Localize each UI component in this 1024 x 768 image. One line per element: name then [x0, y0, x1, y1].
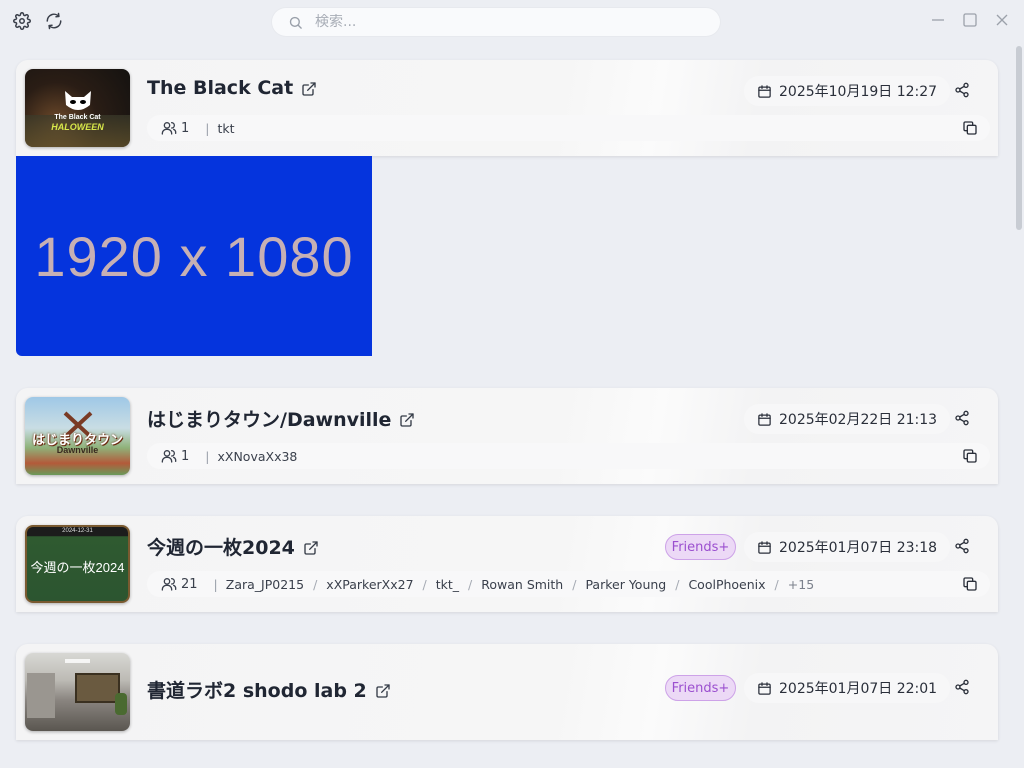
date-badge: 2025年01月07日 22:01	[744, 673, 951, 703]
copy-icon[interactable]	[962, 120, 978, 136]
users-icon	[161, 120, 177, 136]
preview-resolution-label: 1920 x 1080	[34, 224, 354, 288]
share-icon[interactable]	[954, 538, 972, 556]
separator: /	[774, 576, 779, 592]
world-title-text: The Black Cat	[147, 77, 294, 99]
users-icon	[161, 576, 177, 592]
refresh-icon[interactable]	[45, 12, 65, 32]
share-icon[interactable]	[954, 679, 972, 697]
share-icon[interactable]	[954, 410, 972, 428]
player-name[interactable]: tkt_	[436, 577, 459, 592]
world-title-text: 書道ラボ2 shodo lab 2	[147, 680, 367, 702]
close-icon[interactable]	[994, 12, 1012, 30]
settings-gear-icon[interactable]	[13, 12, 33, 32]
date-text: 2025年10月19日 12:27	[779, 84, 938, 100]
scrollbar[interactable]	[1016, 46, 1022, 230]
date-badge: 2025年10月19日 12:27	[744, 76, 951, 106]
share-icon[interactable]	[954, 82, 972, 100]
separator: |	[205, 120, 210, 136]
separator: |	[213, 576, 218, 592]
world-thumbnail[interactable]	[25, 653, 130, 731]
world-card[interactable]: 2024-12-31 今週の一枚2024 今週の一枚2024 Friends+ …	[16, 516, 998, 612]
separator: |	[205, 448, 210, 464]
player-name[interactable]: xXNovaXx38	[218, 449, 298, 464]
world-card[interactable]: The Black Cat HALOWEEN The Black Cat 202…	[16, 60, 998, 156]
player-list: 1 | tkt	[147, 115, 990, 141]
thumbnail-caption: 今週の一枚2024	[30, 560, 125, 575]
date-badge: 2025年02月22日 21:13	[744, 404, 951, 434]
external-link-icon[interactable]	[303, 539, 319, 555]
world-title-text: はじまりタウン/Dawnville	[147, 409, 392, 431]
player-count: 1	[181, 120, 190, 136]
search-input[interactable]	[315, 14, 695, 30]
world-title-text: 今週の一枚2024	[147, 537, 295, 559]
player-name[interactable]: xXParkerXx27	[326, 577, 413, 592]
thumbnail-caption: HALOWEEN	[51, 122, 104, 132]
player-count: 1	[181, 448, 190, 464]
player-count: 21	[181, 576, 198, 592]
world-card[interactable]: はじまりタウン Dawnville はじまりタウン/Dawnville 2025…	[16, 388, 998, 484]
player-list: 1 | xXNovaXx38	[147, 443, 990, 469]
player-list: 21 | Zara_JP0215 / xXParkerXx27 / tkt_ /…	[147, 571, 990, 597]
external-link-icon[interactable]	[301, 80, 317, 96]
world-thumbnail[interactable]: 2024-12-31 今週の一枚2024	[25, 525, 130, 603]
calendar-icon	[758, 540, 771, 554]
world-title: 書道ラボ2 shodo lab 2	[147, 676, 391, 703]
thumbnail-caption: The Black Cat	[54, 114, 101, 121]
image-preview[interactable]: 1920 x 1080	[16, 156, 372, 356]
world-thumbnail[interactable]: The Black Cat HALOWEEN	[25, 69, 130, 147]
friends-plus-badge: Friends+	[665, 675, 736, 701]
calendar-icon	[758, 84, 771, 98]
player-name[interactable]: CoolPhoenix	[688, 577, 765, 592]
date-badge: 2025年01月07日 23:18	[744, 532, 951, 562]
world-card[interactable]: 書道ラボ2 shodo lab 2 Friends+ 2025年01月07日 2…	[16, 644, 998, 740]
users-icon	[161, 448, 177, 464]
title-bar	[0, 0, 1024, 44]
copy-icon[interactable]	[962, 576, 978, 592]
world-title: The Black Cat	[147, 77, 317, 99]
thumbnail-caption: 2024-12-31	[62, 528, 93, 534]
player-name[interactable]: tkt	[218, 121, 235, 136]
player-name[interactable]: Zara_JP0215	[226, 577, 304, 592]
date-text: 2025年01月07日 22:01	[779, 681, 938, 697]
external-link-icon[interactable]	[399, 411, 415, 427]
world-title: はじまりタウン/Dawnville	[147, 405, 415, 432]
maximize-icon[interactable]	[962, 12, 980, 30]
calendar-icon	[758, 412, 771, 426]
search-icon	[289, 16, 302, 29]
date-text: 2025年02月22日 21:13	[779, 412, 938, 428]
separator: /	[422, 576, 427, 592]
friends-plus-badge: Friends+	[665, 534, 736, 560]
separator: /	[313, 576, 318, 592]
world-title: 今週の一枚2024	[147, 533, 319, 560]
separator: /	[468, 576, 473, 592]
separator: /	[572, 576, 577, 592]
world-thumbnail[interactable]: はじまりタウン Dawnville	[25, 397, 130, 475]
separator: /	[675, 576, 680, 592]
search-bar[interactable]	[272, 8, 720, 36]
player-name[interactable]: Rowan Smith	[481, 577, 563, 592]
more-players-count[interactable]: +15	[788, 577, 814, 592]
date-text: 2025年01月07日 23:18	[779, 540, 938, 556]
minimize-icon[interactable]	[930, 12, 948, 30]
player-name[interactable]: Parker Young	[585, 577, 666, 592]
copy-icon[interactable]	[962, 448, 978, 464]
thumbnail-caption: Dawnville	[56, 445, 99, 455]
external-link-icon[interactable]	[375, 682, 391, 698]
calendar-icon	[758, 681, 771, 695]
